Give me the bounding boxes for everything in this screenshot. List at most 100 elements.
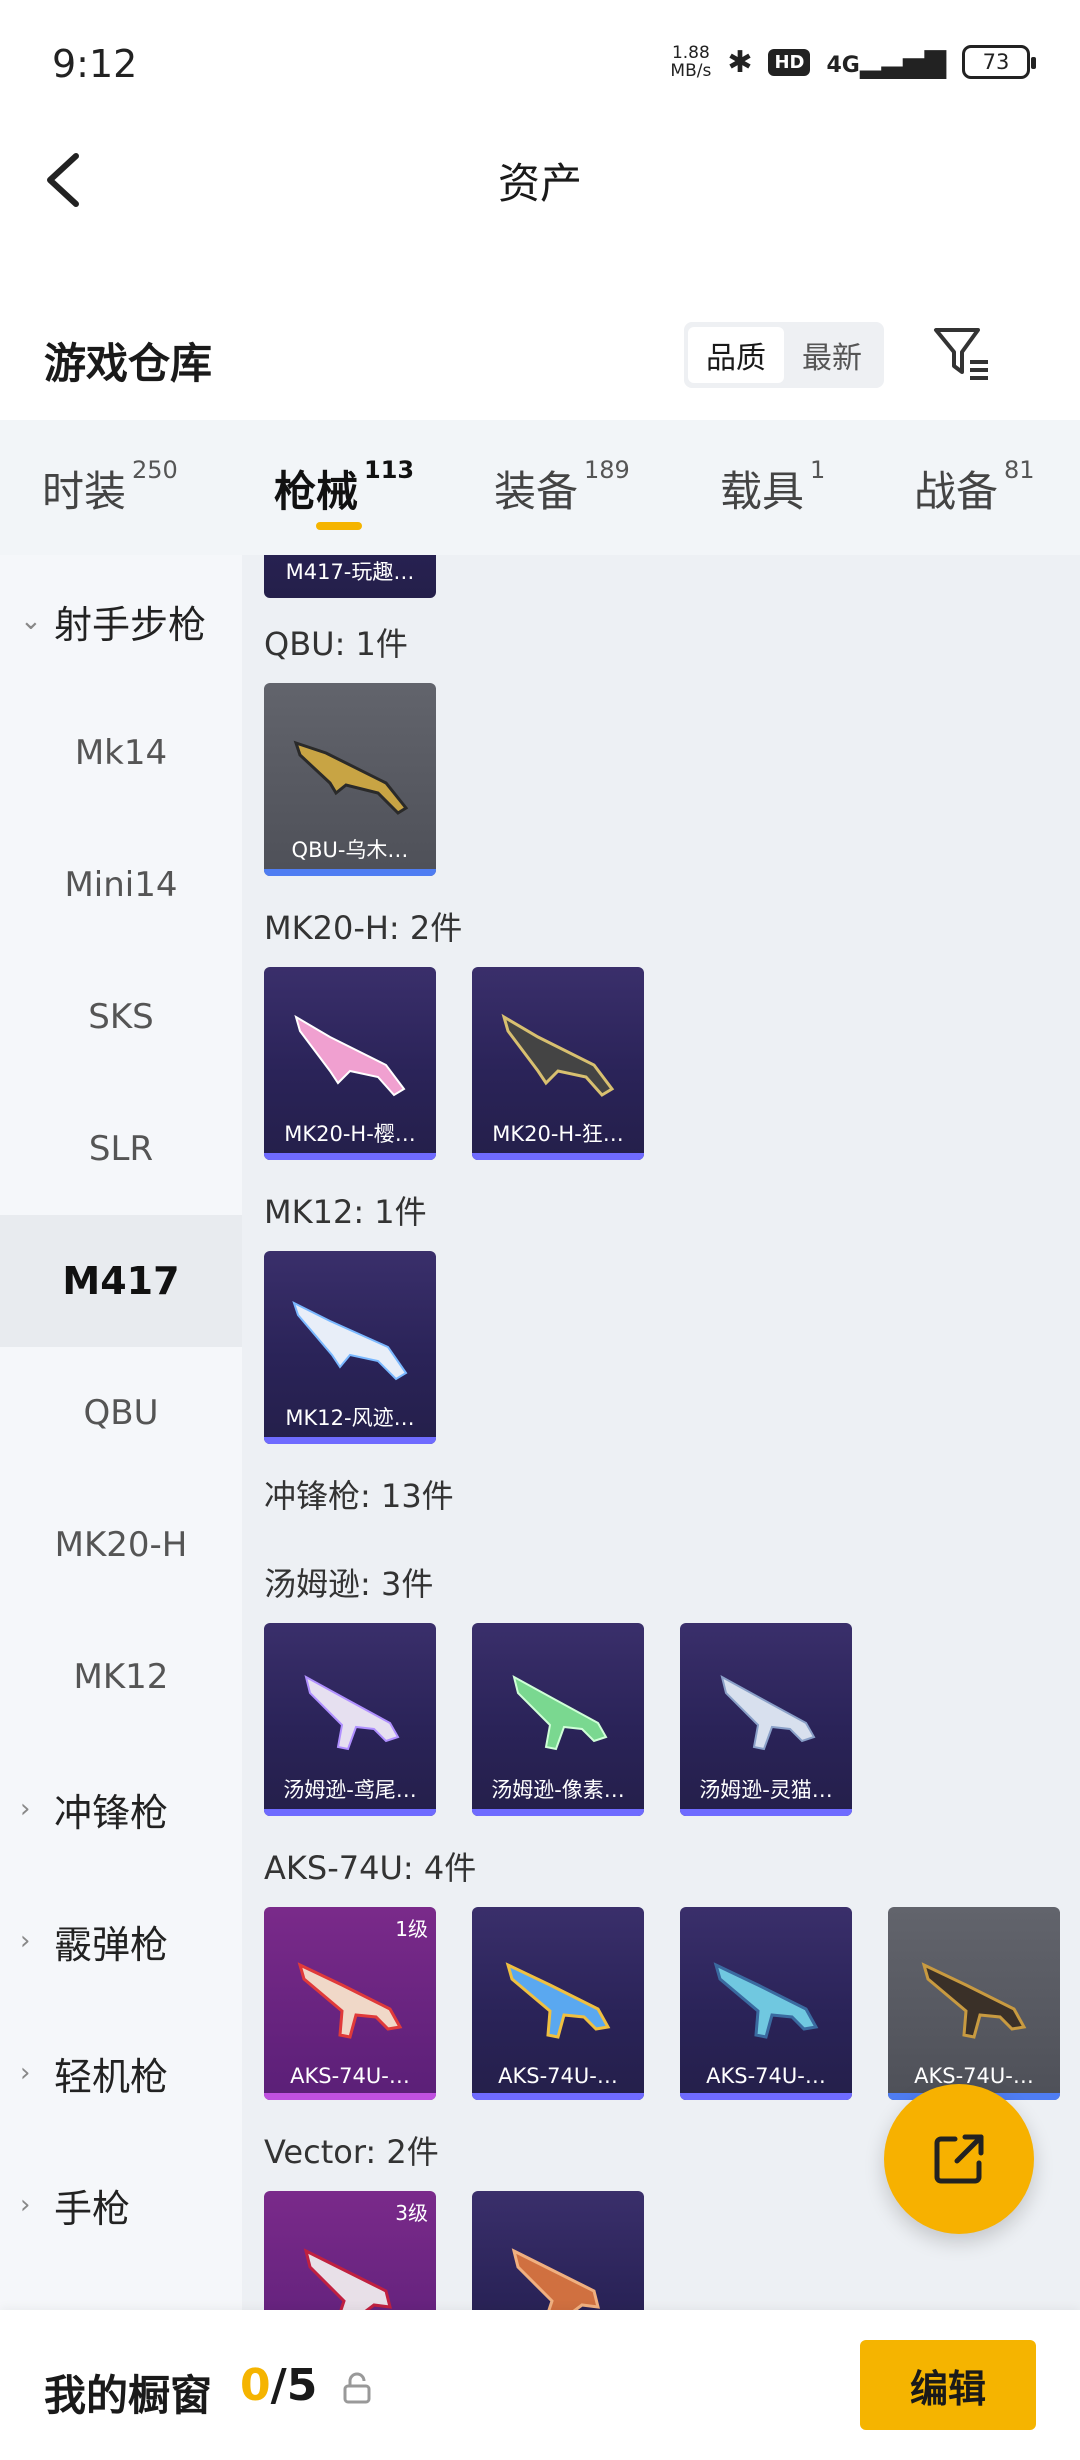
group-label: Vector: 2件 (264, 2133, 439, 2171)
item-card[interactable]: 3级 (264, 2191, 436, 2310)
item-card-name: QBU-乌木… (291, 838, 409, 862)
sort-quality-option[interactable]: 品质 (688, 327, 784, 383)
tab-label: 战备 (914, 467, 999, 516)
smg-icon (303, 2248, 392, 2310)
sidebar-item-mk14[interactable]: Mk14 (0, 687, 242, 819)
sidebar-item-label: 手枪 (54, 2186, 131, 2231)
rarity-stripe (472, 2093, 644, 2100)
bluetooth-icon: ✱ (727, 44, 753, 80)
net-speed: 1.88 MB/s (670, 44, 711, 80)
sidebar-item-mk12[interactable]: MK12 (0, 1611, 242, 1743)
status-time: 9:12 (52, 42, 138, 86)
sidebar-item-m417[interactable]: M417 (0, 1215, 242, 1347)
item-card[interactable]: QBU-乌木… (264, 683, 436, 876)
item-card-name: 汤姆逊-灵猫… (699, 1778, 833, 1802)
sidebar-item-slr[interactable]: SLR (0, 1083, 242, 1215)
signal-icon: 4G▂▃▅▇ (826, 45, 946, 79)
item-card[interactable]: MK12-风迹… (264, 1251, 436, 1444)
sidebar-item-pistols[interactable]: › 手枪 (0, 2139, 242, 2271)
item-card-name: MK12-风迹… (285, 1406, 415, 1430)
category-tabs: 时装 250 枪械 113 装备 189 载具 1 战备 81 (0, 420, 1080, 555)
rifle-icon (294, 1014, 406, 1097)
item-card-name: MK20-H-狂… (492, 1122, 624, 1146)
sort-toggle: 品质 最新 (684, 322, 884, 388)
sidebar-item-mini14[interactable]: Mini14 (0, 819, 242, 951)
chevron-right-icon: › (20, 1926, 31, 1956)
sidebar-item-qbu[interactable]: QBU (0, 1347, 242, 1479)
item-card-name: AKS-74U-… (706, 2064, 826, 2088)
tab-count: 1 (810, 456, 826, 484)
tab-equipment[interactable]: 装备 189 (494, 456, 630, 519)
share-button[interactable] (884, 2084, 1034, 2234)
item-card[interactable]: 汤姆逊-像素… (472, 1623, 644, 1816)
status-icons: 1.88 MB/s ✱ HD 4G▂▃▅▇ 73 (670, 44, 1036, 80)
sidebar-item-label: 冲锋枪 (54, 1790, 169, 1835)
chevron-right-icon: › (20, 2058, 31, 2088)
rarity-stripe (264, 1153, 436, 1160)
group-label: QBU: 1件 (264, 625, 408, 663)
showcase-current: 0 (240, 2360, 271, 2411)
page-title: 资产 (497, 159, 582, 208)
sidebar-item-label: 霰弹枪 (54, 1922, 169, 1967)
sidebar-item-smg[interactable]: › 冲锋枪 (0, 1743, 242, 1875)
group-label: AKS-74U: 4件 (264, 1849, 477, 1887)
tab-supplies[interactable]: 战备 81 (914, 456, 1035, 519)
group-label: 冲锋枪: 13件 (264, 1477, 454, 1515)
item-card[interactable] (472, 2191, 644, 2310)
sidebar-item-marksman-rifles[interactable]: ⌄ 射手步枪 (0, 555, 242, 687)
sidebar-item-sks[interactable]: SKS (0, 951, 242, 1083)
item-card[interactable]: 汤姆逊-鸢尾… (264, 1623, 436, 1816)
group-label: MK12: 1件 (264, 1193, 427, 1231)
item-card[interactable]: 汤姆逊-灵猫… (680, 1623, 852, 1816)
sort-newest-option[interactable]: 最新 (784, 327, 880, 383)
item-card[interactable]: 1级 AKS-74U-… (264, 1907, 436, 2100)
tab-count: 81 (1004, 456, 1035, 484)
showcase-bar: 我的橱窗 0/5 编辑 (0, 2310, 1080, 2460)
sidebar-item-shotguns[interactable]: › 霰弹枪 (0, 1875, 242, 2007)
showcase-total: /5 (270, 2360, 318, 2411)
item-grid: M417-玩趣… QBU: 1件 QBU-乌木… MK20-H: 2件 MK20… (242, 555, 1080, 2310)
group-label: MK20-H: 2件 (264, 909, 463, 947)
rarity-stripe (264, 1809, 436, 1816)
sidebar-item-label: 射手步枪 (54, 602, 207, 647)
item-card-name: AKS-74U-… (498, 2064, 618, 2088)
net-speed-unit: MB/s (670, 61, 712, 81)
item-card[interactable]: AKS-74U-… (680, 1907, 852, 2100)
sidebar-item-mk20h[interactable]: MK20-H (0, 1479, 242, 1611)
network-type: 4G (826, 52, 860, 78)
sidebar-item-label: 轻机枪 (54, 2054, 169, 2099)
item-card-name: 汤姆逊-鸢尾… (283, 1778, 417, 1802)
group-label: 汤姆逊: 3件 (264, 1565, 434, 1603)
rarity-stripe (680, 1809, 852, 1816)
rarity-stripe (472, 1809, 644, 1816)
filter-icon[interactable] (930, 322, 992, 384)
rifle-icon (501, 1013, 615, 1097)
tab-fashion[interactable]: 时装 250 (42, 456, 178, 519)
item-card[interactable]: MK20-H-狂… (472, 967, 644, 1160)
chevron-right-icon: › (20, 1794, 31, 1824)
tab-label: 装备 (494, 467, 579, 516)
item-card[interactable]: AKS-74U-… (472, 1907, 644, 2100)
tab-count: 250 (132, 456, 178, 484)
tab-label: 时装 (42, 467, 127, 516)
showcase-label: 我的橱窗 (44, 2371, 213, 2420)
showcase-count: 0/5 (240, 2360, 317, 2411)
tab-vehicles[interactable]: 载具 1 (720, 456, 826, 519)
battery-level: 73 (982, 50, 1010, 74)
rarity-stripe (264, 2093, 436, 2100)
item-card[interactable]: M417-玩趣… (264, 555, 436, 598)
smg-icon (505, 1962, 611, 2039)
smg-icon (297, 1962, 403, 2039)
smg-icon (512, 1675, 608, 1751)
item-card[interactable]: AKS-74U-… (888, 1907, 1060, 2100)
tab-firearms[interactable]: 枪械 113 (274, 456, 414, 519)
smg-icon (720, 1675, 816, 1751)
item-card[interactable]: MK20-H-樱… (264, 967, 436, 1160)
sidebar-item-lmg[interactable]: › 轻机枪 (0, 2007, 242, 2139)
edit-button[interactable]: 编辑 (860, 2340, 1036, 2430)
rarity-stripe (680, 2093, 852, 2100)
item-card-name: 汤姆逊-像素… (491, 1778, 625, 1802)
chevron-right-icon: › (20, 2190, 31, 2220)
active-tab-indicator (316, 522, 362, 530)
tab-label: 枪械 (274, 467, 359, 516)
